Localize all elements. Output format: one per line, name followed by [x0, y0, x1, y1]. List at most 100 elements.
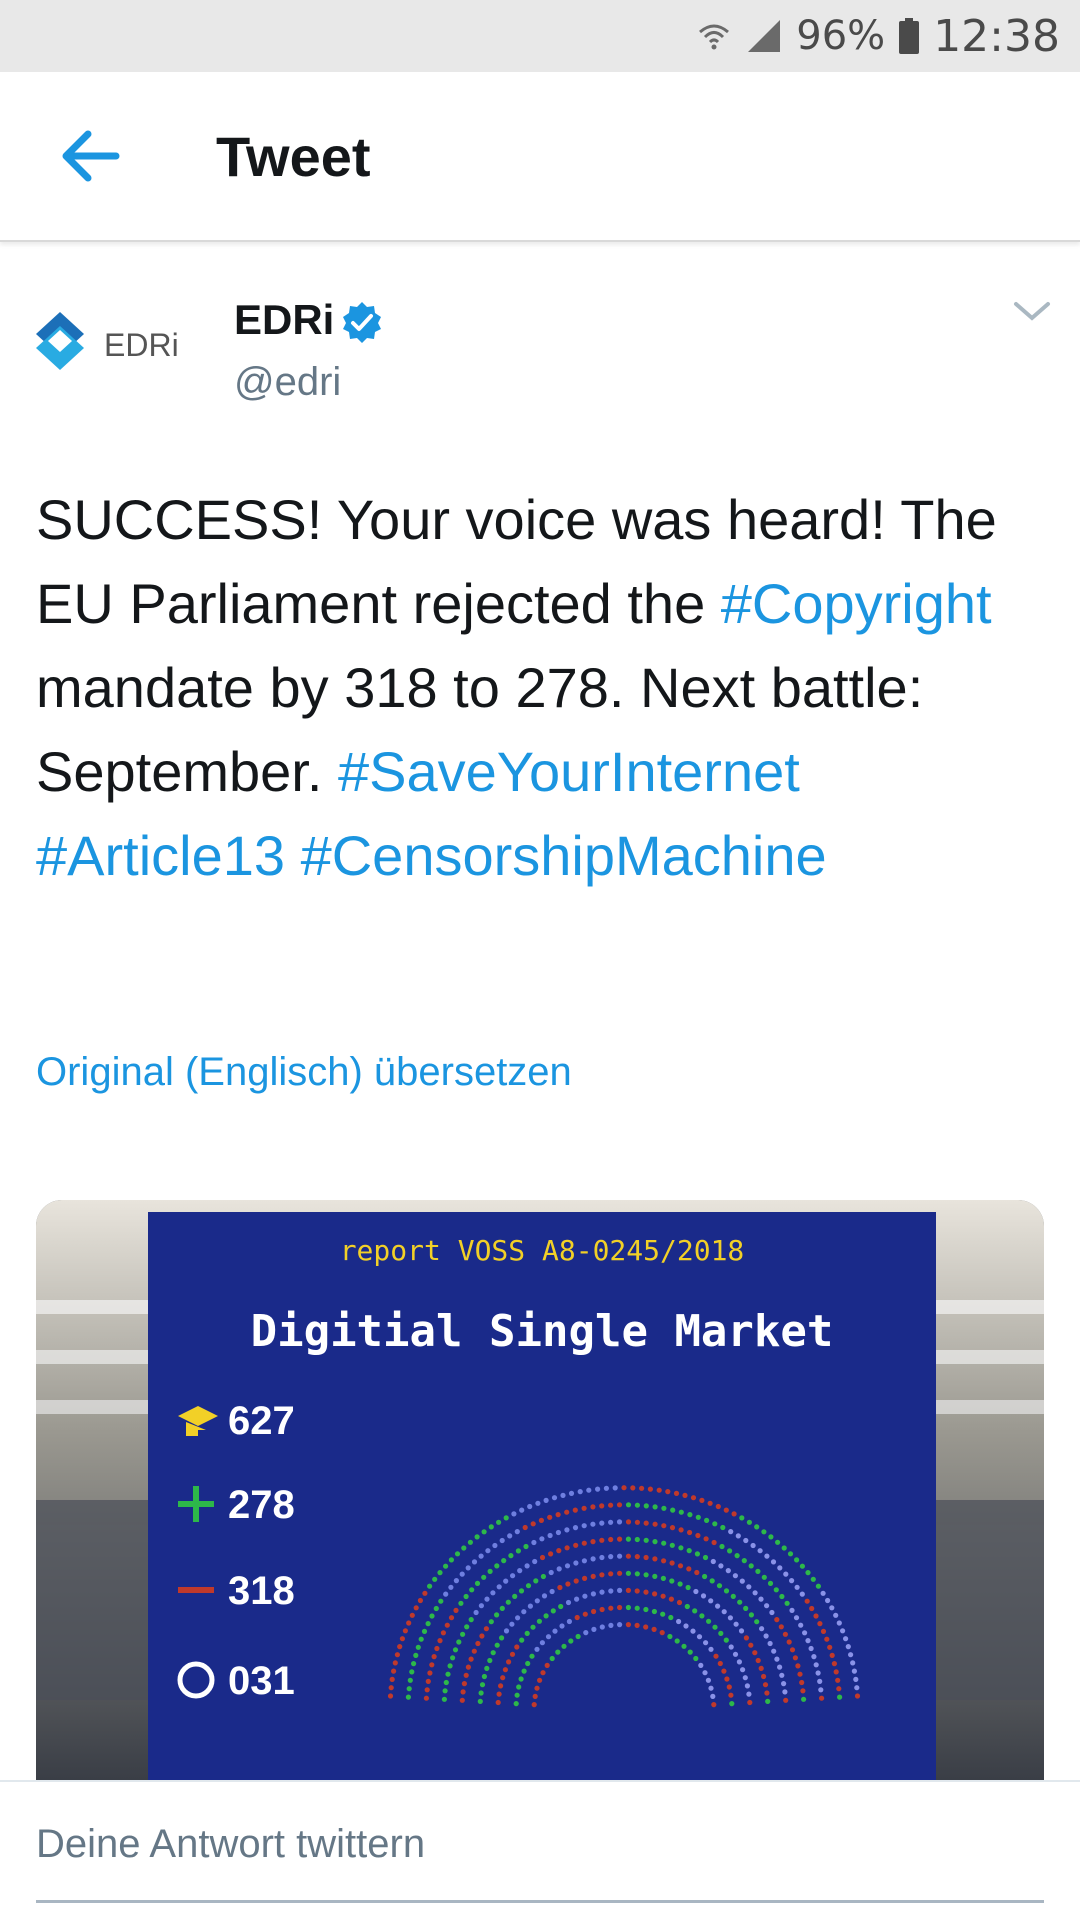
author-name[interactable]: EDRi	[234, 296, 334, 344]
seat-dot	[424, 1687, 430, 1693]
seat-dot	[460, 1689, 466, 1695]
vote-title: Digitial Single Market	[251, 1306, 834, 1357]
seat-dot	[800, 1688, 806, 1694]
seat-dot	[397, 1644, 403, 1650]
seat-dot	[747, 1699, 753, 1706]
seat-dot	[754, 1619, 760, 1625]
seat-dot	[843, 1636, 849, 1642]
hashtag-copyright[interactable]: #Copyright	[721, 572, 992, 635]
seat-dot	[488, 1619, 494, 1625]
seat-dot	[621, 1485, 627, 1491]
seat-dot	[443, 1563, 449, 1569]
seat-dot	[581, 1523, 587, 1529]
seat-dot	[652, 1521, 658, 1527]
reply-input[interactable]: Deine Antwort twittern	[36, 1822, 425, 1867]
avatar[interactable]: EDRi	[30, 286, 200, 406]
seat-dot	[603, 1485, 610, 1491]
seat-dot	[799, 1563, 806, 1569]
seat-dot	[810, 1576, 816, 1582]
seat-dot	[558, 1603, 564, 1610]
seat-dot	[767, 1640, 773, 1647]
seat-dot	[557, 1584, 563, 1591]
seat-dot	[479, 1633, 485, 1639]
yes-count-row: 278	[178, 1483, 295, 1527]
tweet-media-image[interactable]: report VOSS A8-0245/2018 Digitial Single…	[36, 1200, 1044, 1780]
seat-dot	[549, 1588, 555, 1595]
seat-dot	[481, 1673, 487, 1680]
clock: 12:38	[933, 10, 1060, 62]
seat-dot	[851, 1668, 858, 1674]
seat-dot	[616, 1519, 623, 1525]
seat-dot	[652, 1556, 658, 1562]
seat-dot	[421, 1628, 428, 1634]
seat-dot	[732, 1651, 739, 1657]
seat-dot	[837, 1694, 843, 1700]
seat-dot	[496, 1584, 502, 1590]
seat-dot	[468, 1617, 474, 1623]
seat-dot	[564, 1563, 571, 1569]
seat-dot	[523, 1543, 529, 1550]
seat-dot	[660, 1593, 666, 1599]
seat-dot	[744, 1683, 751, 1689]
seat-dot	[700, 1593, 707, 1599]
seat-dot	[854, 1693, 861, 1699]
hashtag-article13[interactable]: #Article13	[36, 824, 285, 887]
seat-dot	[532, 1693, 538, 1699]
seat-dot	[687, 1512, 693, 1518]
seat-dot	[686, 1548, 692, 1554]
seat-dot	[508, 1553, 514, 1559]
seat-dot	[708, 1685, 714, 1691]
seat-dot	[702, 1573, 708, 1580]
app-bar: Tweet	[0, 72, 1080, 242]
seat-dot	[630, 1485, 636, 1491]
seat-dot	[681, 1643, 687, 1649]
seat-dot	[674, 1638, 680, 1644]
seat-dot	[413, 1605, 419, 1611]
seat-dot	[463, 1672, 469, 1678]
seat-dot	[829, 1605, 835, 1611]
yes-count: 278	[228, 1483, 295, 1527]
seat-dot	[836, 1620, 842, 1626]
seat-dot	[723, 1637, 729, 1643]
seat-dot	[789, 1607, 795, 1613]
seat-dot	[695, 1514, 701, 1520]
seat-dot	[511, 1511, 517, 1517]
hashtag-saveyourinternet[interactable]: #SaveYourInternet	[338, 740, 800, 803]
seat-dot	[590, 1521, 596, 1527]
seat-dot	[608, 1622, 614, 1628]
seat-dot	[643, 1520, 649, 1526]
seat-dot	[547, 1532, 553, 1539]
seat-dot	[599, 1520, 605, 1526]
seat-dot	[484, 1596, 490, 1602]
seat-dot	[477, 1698, 483, 1704]
hashtag-censorshipmachine[interactable]: #CensorshipMachine	[301, 824, 827, 887]
seat-dot	[661, 1540, 667, 1546]
seat-dot	[461, 1545, 467, 1551]
seat-dot	[719, 1543, 725, 1550]
seat-dot	[728, 1692, 734, 1698]
seat-dot	[833, 1612, 839, 1618]
seat-dot	[818, 1687, 824, 1693]
seat-dot	[651, 1626, 657, 1632]
seat-dot	[399, 1636, 405, 1642]
seat-dot	[710, 1693, 716, 1699]
seat-dot	[774, 1617, 780, 1623]
author-handle[interactable]: @edri	[234, 360, 341, 405]
seat-dot	[406, 1620, 412, 1626]
seat-dot	[669, 1560, 675, 1566]
page-title: Tweet	[216, 125, 371, 188]
seat-dot	[817, 1678, 823, 1684]
seat-dot	[721, 1668, 727, 1674]
seat-dot	[498, 1683, 504, 1689]
seat-dot	[720, 1524, 726, 1531]
translate-link[interactable]: Original (Englisch) übersetzen	[36, 1050, 572, 1095]
seat-dot	[725, 1568, 731, 1574]
seat-dot	[643, 1572, 649, 1578]
back-arrow-icon[interactable]	[54, 124, 124, 188]
seat-dot	[387, 1693, 394, 1699]
seat-dot	[543, 1613, 549, 1619]
seat-dot	[778, 1624, 784, 1630]
chevron-down-icon[interactable]	[1010, 296, 1054, 326]
seat-dot	[575, 1633, 581, 1640]
seat-dot	[682, 1492, 688, 1498]
